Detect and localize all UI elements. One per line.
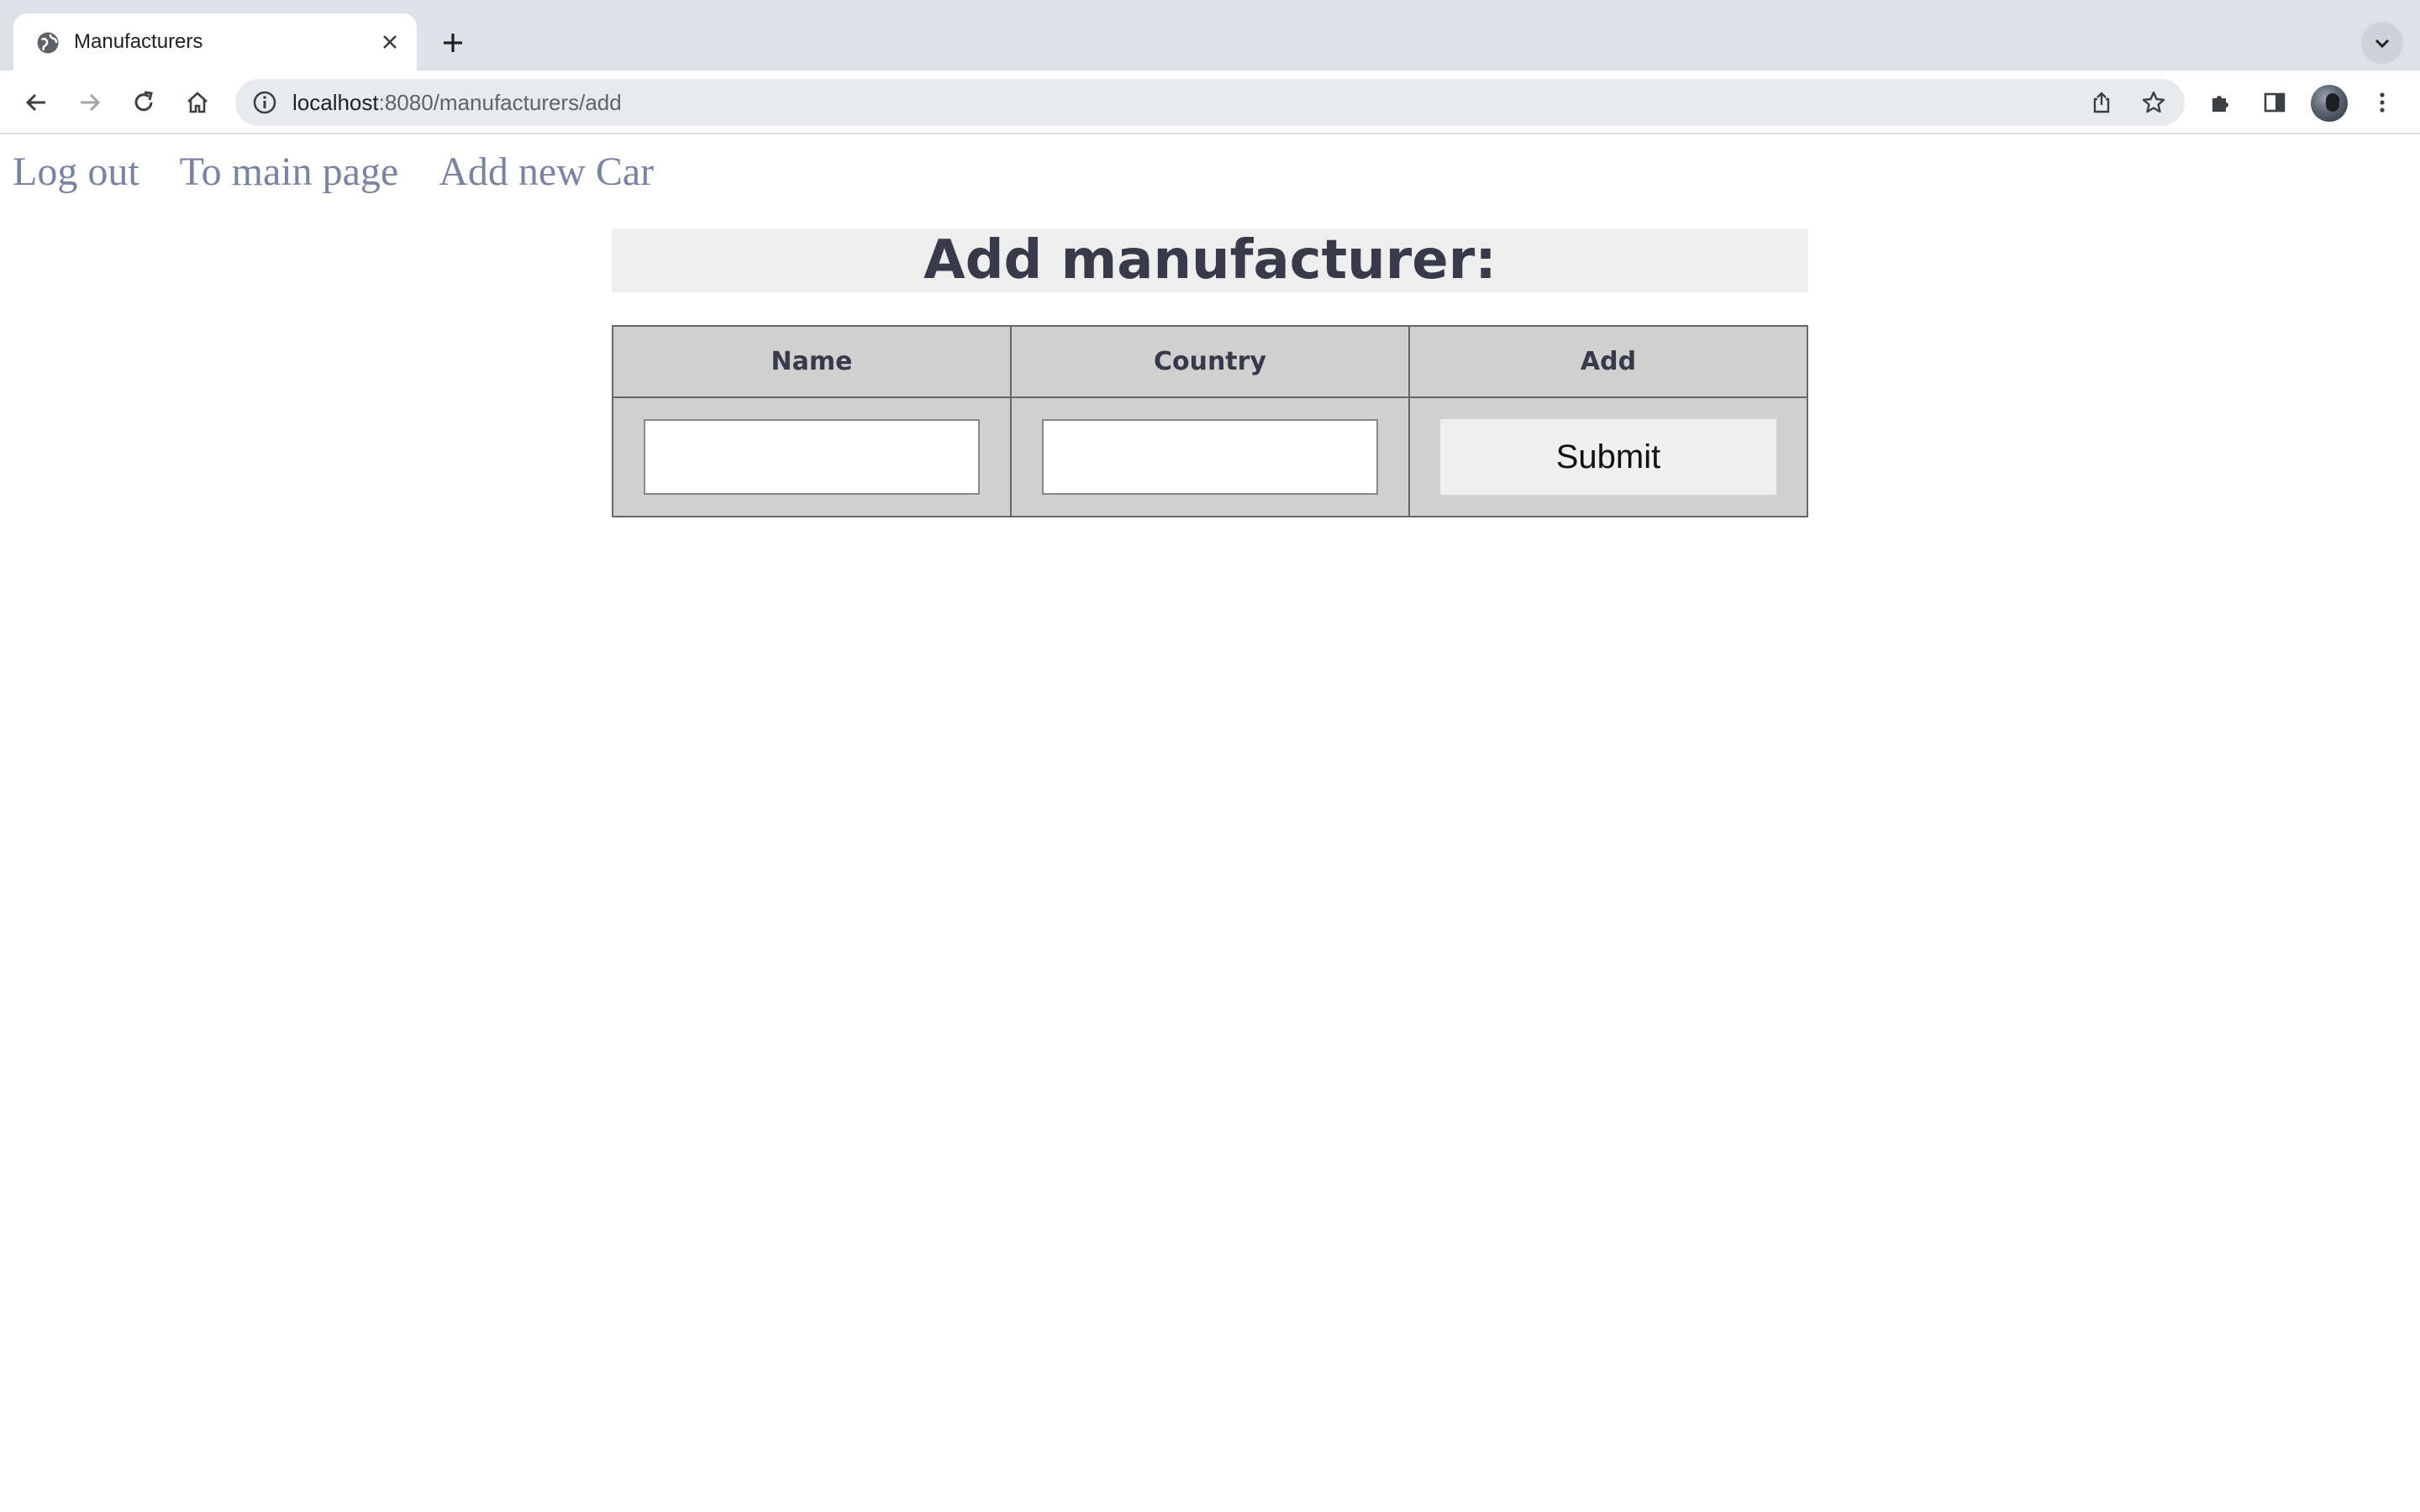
avatar[interactable] [2311, 85, 2348, 122]
chevron-down-icon [2375, 39, 2390, 49]
share-icon[interactable] [2089, 90, 2114, 115]
back-arrow-icon [25, 93, 45, 112]
home-button[interactable] [176, 81, 218, 123]
back-button[interactable] [15, 81, 57, 123]
submit-cell: Submit [1408, 396, 1808, 517]
page-title: Add manufacturer: [923, 229, 1497, 291]
forward-button[interactable] [69, 81, 111, 123]
home-icon [187, 92, 208, 113]
column-header-country: Country [1010, 325, 1410, 398]
table-row: Submit [612, 396, 1808, 517]
plus-icon [444, 34, 462, 52]
new-tab-button[interactable] [432, 22, 474, 64]
url-path: :8080/manufacturers/add [378, 90, 622, 115]
country-input[interactable] [1042, 419, 1378, 495]
extensions-button[interactable] [2200, 81, 2242, 123]
url-host: localhost [292, 90, 379, 115]
tab-search-button[interactable] [2361, 22, 2403, 64]
submit-button[interactable]: Submit [1440, 419, 1776, 495]
browser-tab[interactable]: Manufacturers [13, 13, 417, 71]
country-cell [1010, 396, 1410, 517]
side-panel-icon [2264, 92, 2286, 113]
add-car-link[interactable]: Add new Car [439, 149, 654, 195]
name-input[interactable] [644, 419, 980, 495]
page-content: Log out To main page Add new Car Add man… [0, 136, 2420, 1512]
logout-link[interactable]: Log out [13, 149, 139, 195]
top-navigation: Log out To main page Add new Car [13, 146, 694, 197]
puzzle-icon [2212, 96, 2228, 112]
browser-menu-button[interactable] [2361, 81, 2403, 123]
globe-icon [37, 32, 59, 54]
reload-icon [134, 91, 153, 112]
star-icon[interactable] [2141, 90, 2166, 115]
forward-arrow-icon [81, 93, 101, 112]
kebab-menu-icon [2380, 92, 2385, 113]
add-manufacturer-form-table: Name Country Add Submit [612, 325, 1808, 517]
address-bar[interactable]: localhost:8080/manufacturers/add [235, 79, 2185, 126]
info-icon[interactable] [252, 90, 277, 115]
side-panel-button[interactable] [2254, 81, 2296, 123]
browser-tab-strip: Manufacturers [0, 0, 2420, 71]
name-cell [612, 396, 1012, 517]
reload-button[interactable] [123, 81, 165, 123]
close-icon[interactable] [376, 29, 403, 55]
tab-title: Manufacturers [74, 30, 203, 53]
browser-toolbar: localhost:8080/manufacturers/add [0, 71, 2420, 134]
column-header-add: Add [1408, 325, 1808, 398]
page-title-bar: Add manufacturer: [612, 228, 1808, 292]
main-page-link[interactable]: To main page [180, 149, 399, 195]
column-header-name: Name [612, 325, 1012, 398]
url-text: localhost:8080/manufacturers/add [292, 79, 622, 126]
